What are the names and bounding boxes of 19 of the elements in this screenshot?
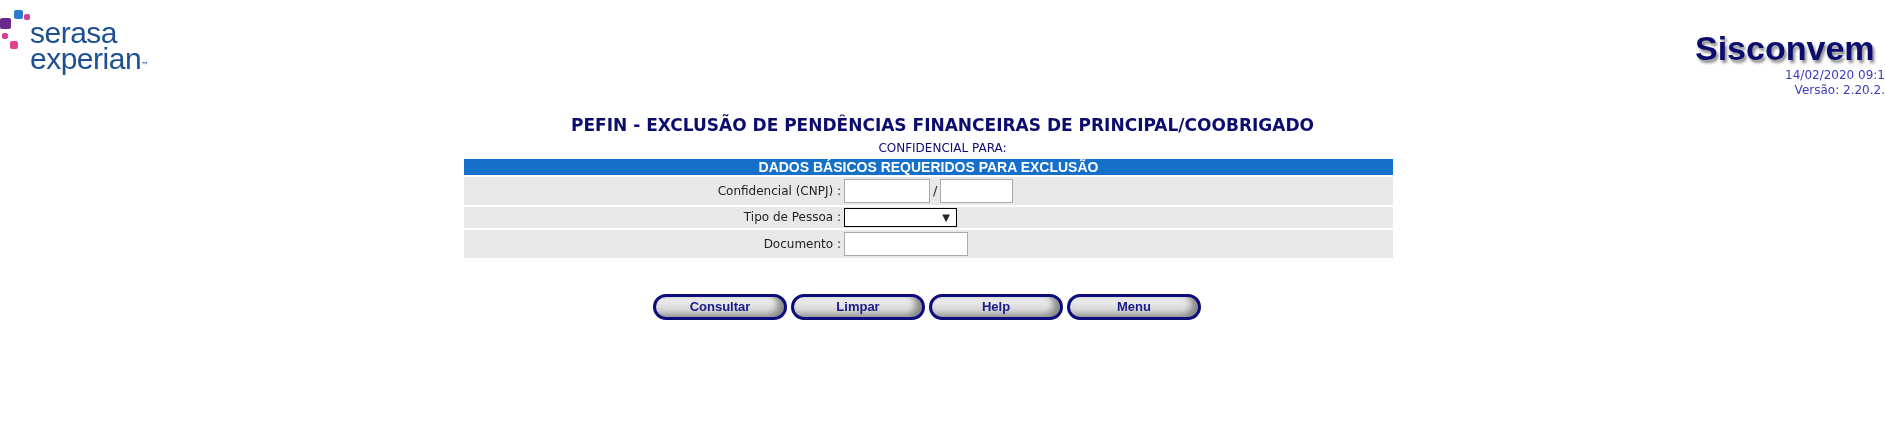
input-field[interactable]: [844, 178, 930, 203]
section-header: DADOS BÁSICOS REQUERIDOS PARA EXCLUSÃO: [464, 158, 1393, 175]
subtitle: CONFIDENCIAL PARA:: [878, 140, 1007, 155]
action-button[interactable]: Menu: [1067, 293, 1201, 320]
brand-title: Sisconvem: [1695, 28, 1875, 68]
version-text: Versão: 2.20.2.: [1793, 83, 1885, 98]
field-label: Confidencial (CNPJ) :: [717, 183, 841, 198]
dropdown[interactable]: ▼: [844, 207, 957, 227]
trademark-sign: ™: [141, 60, 150, 72]
input-field[interactable]: [844, 231, 968, 256]
action-button[interactable]: Consultar: [653, 293, 787, 320]
field-label: Tipo de Pessoa :: [743, 210, 841, 224]
input-field[interactable]: [940, 178, 1014, 203]
separator: /: [933, 181, 938, 200]
field-label: Documento :: [763, 236, 841, 251]
date-time: 14/02/2020 09:1: [1784, 68, 1885, 83]
action-button[interactable]: Help: [929, 293, 1063, 320]
action-button[interactable]: Limpar: [791, 293, 925, 320]
page-title: PEFIN - EXCLUSÃO DE PENDÊNCIAS FINANCEIRAS DE PRINCIPAL/COOBRIGADO: [571, 115, 1314, 135]
